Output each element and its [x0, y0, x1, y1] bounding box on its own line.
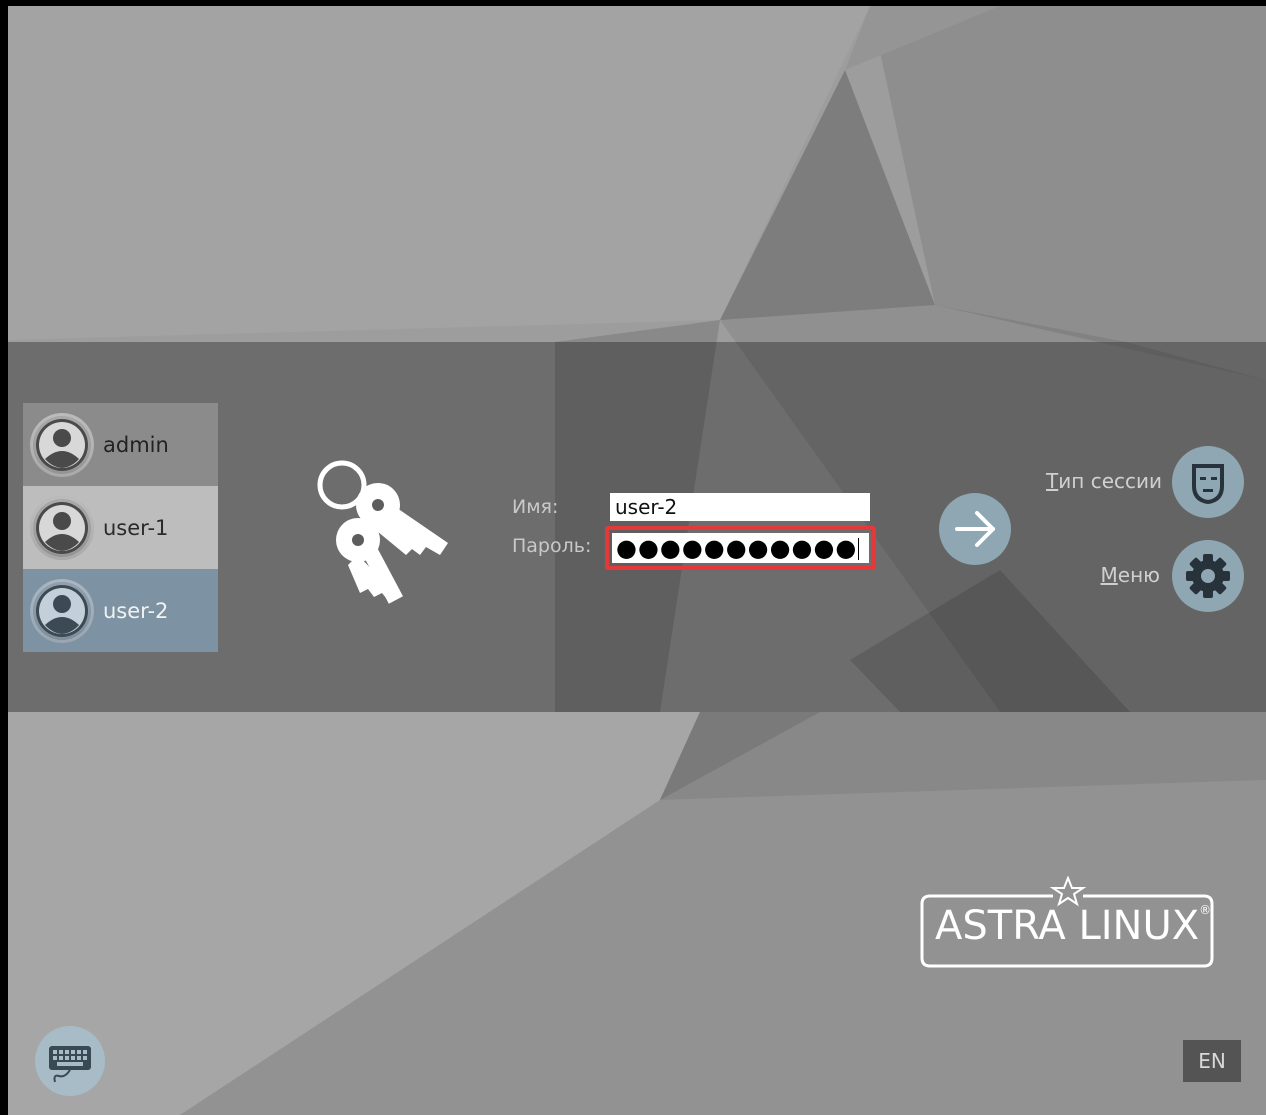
user-list: admin user-1 user-2	[23, 403, 218, 652]
keyboard-button[interactable]	[35, 1026, 105, 1096]
login-button[interactable]	[939, 493, 1011, 565]
menu-label: Меню	[1100, 563, 1160, 587]
session-type-button[interactable]	[1172, 446, 1244, 518]
password-label: Пароль:	[512, 535, 592, 557]
user-name: admin	[103, 432, 169, 457]
arrow-right-icon	[955, 511, 995, 547]
user-name: user-2	[103, 598, 169, 623]
keys-icon	[317, 460, 448, 604]
user-silhouette-icon	[36, 418, 88, 471]
user-item-admin[interactable]: admin	[23, 403, 218, 486]
password-input[interactable]: ●●●●●●●●●●●	[612, 533, 869, 563]
keyboard-icon	[49, 1046, 91, 1083]
user-name: user-1	[103, 515, 169, 540]
gear-icon	[1186, 554, 1230, 598]
avatar	[30, 578, 94, 643]
username-input[interactable]	[610, 493, 870, 521]
username-label: Имя:	[512, 496, 559, 518]
password-dots: ●●●●●●●●●●●	[616, 534, 858, 562]
user-silhouette-icon	[36, 501, 88, 554]
session-type-label: Тип сессии	[1046, 469, 1162, 493]
menu-button[interactable]	[1172, 540, 1244, 612]
user-item-user-1[interactable]: user-1	[23, 486, 218, 569]
user-silhouette-icon	[36, 584, 88, 637]
logo-text: ASTRA LINUX®	[935, 903, 1212, 949]
theater-mask-icon	[1192, 464, 1224, 504]
avatar	[30, 412, 94, 477]
user-item-user-2[interactable]: user-2	[23, 569, 218, 652]
language-indicator[interactable]: EN	[1183, 1040, 1241, 1082]
text-caret	[858, 538, 860, 560]
avatar	[30, 495, 94, 560]
